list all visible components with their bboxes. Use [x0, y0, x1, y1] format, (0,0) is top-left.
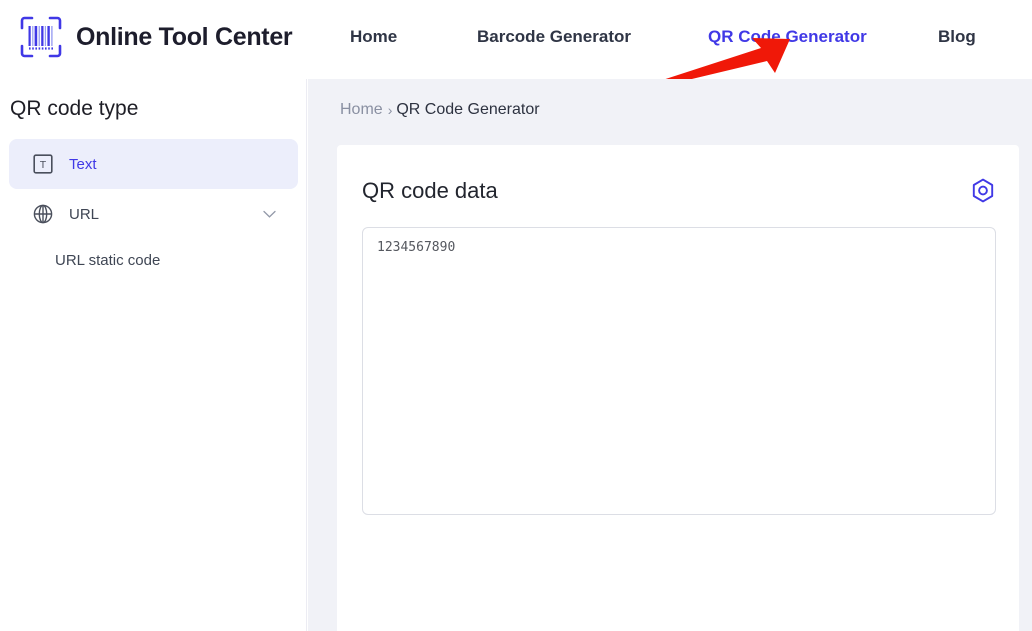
card-title: QR code data	[362, 178, 498, 203]
hexagon-target-icon[interactable]	[969, 177, 997, 205]
breadcrumb: Home › QR Code Generator	[340, 101, 540, 119]
breadcrumb-home[interactable]: Home	[340, 101, 383, 119]
breadcrumb-separator-icon: ›	[387, 102, 393, 118]
page-root: Online Tool Center Home Barcode Generato…	[0, 0, 1032, 631]
qr-data-card: QR code data	[337, 145, 1019, 631]
sidebar-list: T Text URL URL static code	[0, 139, 307, 281]
nav-item-blog[interactable]: Blog	[938, 27, 976, 47]
sidebar-item-url[interactable]: URL	[9, 189, 298, 239]
globe-icon	[33, 204, 53, 224]
svg-text:T: T	[40, 159, 47, 171]
barcode-scan-icon	[20, 16, 62, 58]
sidebar-item-text[interactable]: T Text	[9, 139, 298, 189]
brand-name: Online Tool Center	[76, 22, 293, 51]
card-header: QR code data	[362, 171, 997, 211]
nav-item-qr-code-generator[interactable]: QR Code Generator	[708, 27, 867, 47]
site-header: Online Tool Center Home Barcode Generato…	[0, 0, 1032, 79]
brand-logo-link[interactable]: Online Tool Center	[18, 14, 293, 60]
nav-item-home[interactable]: Home	[350, 27, 397, 47]
chevron-down-icon[interactable]	[263, 210, 276, 218]
sidebar-item-text-label: Text	[69, 155, 97, 173]
sidebar: QR code type T Text URL URL static code	[0, 79, 307, 631]
qr-data-textarea[interactable]	[362, 227, 996, 515]
main-nav: Home Barcode Generator QR Code Generator…	[330, 0, 1030, 79]
content-area: Home › QR Code Generator QR code data	[308, 79, 1032, 631]
breadcrumb-current: QR Code Generator	[396, 101, 540, 118]
nav-item-barcode-generator[interactable]: Barcode Generator	[477, 27, 631, 47]
text-box-icon: T	[33, 154, 53, 174]
sidebar-subitem-url-static-code[interactable]: URL static code	[0, 239, 307, 281]
sidebar-title: QR code type	[10, 97, 139, 120]
sidebar-subitem-label: URL static code	[55, 251, 161, 269]
sidebar-item-url-label: URL	[69, 205, 100, 223]
